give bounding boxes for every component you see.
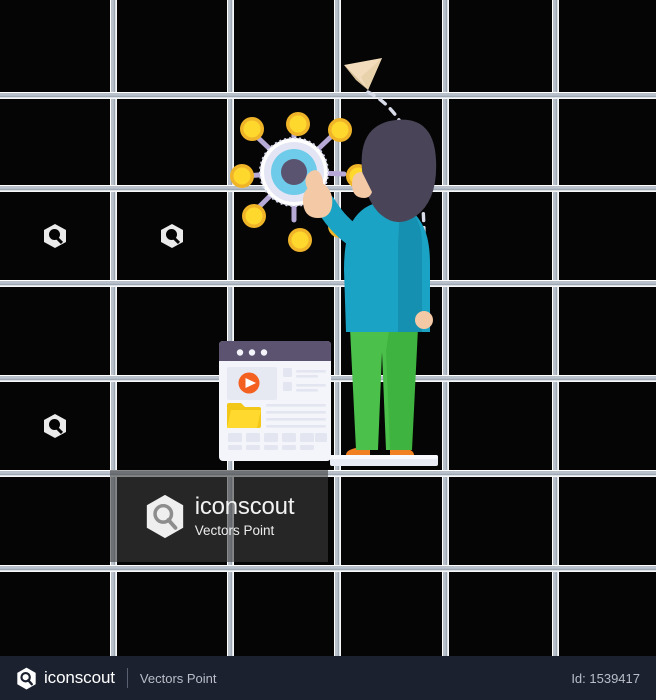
iconscout-hex-mark-tail bbox=[55, 426, 64, 435]
grid-cell bbox=[0, 477, 110, 565]
grid-cell bbox=[234, 287, 334, 375]
grid-cell bbox=[449, 477, 552, 565]
grid-line-horizontal bbox=[0, 470, 656, 477]
iconscout-hex-mark-tail bbox=[55, 236, 64, 245]
grid-cell bbox=[559, 192, 656, 280]
grid-cell bbox=[559, 477, 656, 565]
grid-cell bbox=[117, 287, 227, 375]
grid-cell bbox=[117, 382, 227, 470]
grid-cell bbox=[234, 192, 334, 280]
grid-cell-with-iconscout-hex-mark bbox=[117, 192, 227, 280]
grid-cell bbox=[559, 0, 656, 92]
watermark-subtitle: Vectors Point bbox=[194, 522, 275, 538]
grid-cell bbox=[559, 382, 656, 470]
grid-cell bbox=[234, 572, 334, 656]
watermark-overlay: iconscout Vectors Point bbox=[110, 470, 328, 562]
grid-cell bbox=[341, 0, 442, 92]
grid-cell bbox=[234, 382, 334, 470]
grid-line-horizontal bbox=[0, 185, 656, 192]
grid-line-horizontal bbox=[0, 565, 656, 572]
grid-line-horizontal bbox=[0, 280, 656, 287]
grid-cell bbox=[341, 192, 442, 280]
footer-bar: iconscout Vectors Point Id: 1539417 bbox=[0, 656, 656, 700]
grid-cell bbox=[234, 99, 334, 185]
grid-cell bbox=[234, 0, 334, 92]
iconscout-hex-mark bbox=[17, 667, 36, 689]
grid-line-horizontal bbox=[0, 92, 656, 99]
grid-cell bbox=[117, 0, 227, 92]
grid-backdrop bbox=[0, 0, 656, 656]
watermark-brand: iconscout bbox=[194, 492, 295, 520]
grid-cell-with-iconscout-hex-mark bbox=[0, 192, 110, 280]
grid-cell bbox=[117, 572, 227, 656]
grid-cell bbox=[0, 99, 110, 185]
footer-brand: iconscout bbox=[44, 668, 115, 687]
asset-id-label: Id: 1539417 bbox=[571, 670, 640, 686]
grid-cell bbox=[0, 572, 110, 656]
screenshot-canvas: iconscout Vectors Point iconscout Vector… bbox=[0, 0, 656, 700]
grid-cell-with-iconscout-hex-mark bbox=[0, 382, 110, 470]
grid-cell bbox=[449, 382, 552, 470]
grid-cell bbox=[0, 287, 110, 375]
footer-subtitle: Vectors Point bbox=[139, 670, 217, 686]
grid-cell bbox=[449, 192, 552, 280]
grid-cell bbox=[341, 477, 442, 565]
grid-cell bbox=[341, 572, 442, 656]
grid-cell bbox=[449, 572, 552, 656]
grid-cell bbox=[341, 287, 442, 375]
grid-cell bbox=[449, 99, 552, 185]
footer-divider bbox=[126, 668, 128, 688]
grid-cell bbox=[0, 0, 110, 92]
grid-cell bbox=[559, 99, 656, 185]
iconscout-hex-mark-tail bbox=[172, 236, 181, 245]
iconscout-hex-mark bbox=[146, 494, 183, 538]
grid-cell bbox=[341, 99, 442, 185]
grid-cell bbox=[449, 0, 552, 92]
grid-cell bbox=[341, 382, 442, 470]
grid-line-horizontal bbox=[0, 375, 656, 382]
grid-cell bbox=[559, 572, 656, 656]
grid-cell bbox=[117, 99, 227, 185]
grid-cell bbox=[559, 287, 656, 375]
grid-cell bbox=[449, 287, 552, 375]
